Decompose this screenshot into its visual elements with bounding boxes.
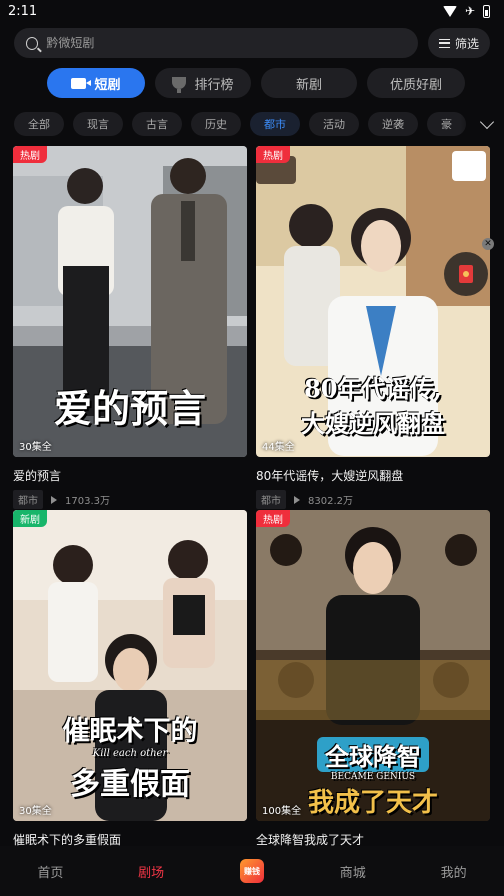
- card-title[interactable]: 80年代谣传，大嫂逆风翻盘: [256, 467, 490, 484]
- tab-label: 新剧: [295, 77, 322, 93]
- genre-chip-urban[interactable]: 都市: [250, 112, 300, 136]
- genre-chip-event[interactable]: 活动: [309, 112, 359, 136]
- card-title[interactable]: 爱的预言: [13, 467, 247, 484]
- poster-subtitle: BECAME GENIUS: [330, 772, 416, 782]
- card-meta: 都市 1703.3万: [13, 490, 247, 509]
- video-icon: [71, 77, 92, 89]
- play-count: 8302.2万: [308, 496, 353, 507]
- drama-poster[interactable]: 热剧 全球降智 BECAME GENIUS 我成了天才 100集全: [256, 510, 490, 821]
- filter-label: 筛选: [454, 36, 479, 51]
- search-input[interactable]: [46, 36, 418, 50]
- red-packet-icon: [459, 265, 473, 283]
- poster-title-line: 大嫂逆风翻盘: [301, 409, 445, 438]
- genre-chip-history[interactable]: 历史: [191, 112, 241, 136]
- new-badge: 新剧: [13, 510, 47, 527]
- genre-chip-ancient-romance[interactable]: 古言: [132, 112, 182, 136]
- genre-chip-comeback[interactable]: 逆袭: [368, 112, 418, 136]
- search-row: 筛选: [14, 28, 490, 58]
- poster-title-art: 80年代谣传, 大嫂逆风翻盘: [256, 369, 490, 439]
- drama-poster[interactable]: 热剧 爱的预言 30集全: [13, 146, 247, 457]
- play-count-icon: [51, 495, 57, 504]
- poster-title-line: 多重假面: [70, 767, 190, 802]
- tab-new-drama[interactable]: 新剧: [261, 68, 357, 98]
- episode-count: 100集全: [262, 806, 302, 817]
- poster-title-line: 80年代谣传,: [304, 374, 442, 403]
- nav-home[interactable]: 首页: [10, 862, 90, 881]
- tab-ranking[interactable]: 排行榜: [155, 68, 251, 98]
- top-tabs: 短剧 排行榜 新剧 优质好剧: [47, 68, 465, 98]
- genre-tag: 都市: [256, 490, 286, 509]
- card-meta: 都市 8302.2万: [256, 490, 490, 509]
- red-packet-float[interactable]: [444, 252, 488, 296]
- poster-title-art: 催眠术下的 Kill each other 多重假面: [13, 709, 247, 803]
- play-count: 1703.3万: [65, 496, 110, 507]
- drama-card[interactable]: 热剧 80年代谣传, 大嫂逆风翻盘 44集全 80年代谣传，大嫂逆风翻盘 都市 …: [256, 146, 490, 509]
- nav-earn[interactable]: 赚钱: [212, 859, 292, 883]
- status-time: 2:11: [8, 3, 38, 19]
- tab-short-drama[interactable]: 短剧: [47, 68, 145, 98]
- battery-icon: [483, 4, 490, 18]
- episode-count: 44集全: [262, 442, 295, 453]
- drama-card[interactable]: 热剧 爱的预言 30集全 爱的预言 都市 1703.3万: [13, 146, 247, 509]
- bottom-nav: 首页 剧场 赚钱 商城 我的: [0, 846, 504, 896]
- earn-icon: 赚钱: [239, 859, 264, 883]
- search-box[interactable]: [14, 28, 418, 58]
- hot-badge: 热剧: [256, 510, 290, 527]
- genre-row: 全部 现言 古言 历史 都市 活动 逆袭 豪: [14, 112, 490, 136]
- nav-profile[interactable]: 我的: [414, 862, 494, 881]
- poster-subtitle: Kill each other: [92, 748, 168, 759]
- drama-poster[interactable]: 新剧 催眠术下的 Kill each other 多重假面 30集全: [13, 510, 247, 821]
- tab-quality-drama[interactable]: 优质好剧: [367, 68, 465, 98]
- filter-icon: [438, 38, 450, 48]
- airplane-icon: ✈: [464, 4, 475, 18]
- poster-title-line: 全球降智: [317, 737, 429, 772]
- nav-theater[interactable]: 剧场: [111, 862, 191, 881]
- tab-label: 排行榜: [194, 77, 234, 93]
- episode-count: 30集全: [19, 442, 52, 453]
- tab-label: 优质好剧: [389, 77, 442, 93]
- tab-label: 短剧: [94, 77, 121, 93]
- genre-tag: 都市: [13, 490, 43, 509]
- status-bar: 2:11 ✈: [0, 0, 504, 22]
- wifi-icon: [442, 5, 457, 17]
- filter-button[interactable]: 筛选: [428, 28, 490, 58]
- play-count-icon: [294, 495, 300, 504]
- hot-badge: 热剧: [13, 146, 47, 163]
- genre-chip-modern-romance[interactable]: 现言: [73, 112, 123, 136]
- drama-card[interactable]: 热剧 全球降智 BECAME GENIUS 我成了天才 100集全 全球降智我成…: [256, 510, 490, 848]
- hot-badge: 热剧: [256, 146, 290, 163]
- poster-title-line: 催眠术下的: [62, 716, 198, 747]
- close-icon[interactable]: ✕: [482, 238, 494, 250]
- episode-count: 30集全: [19, 806, 52, 817]
- trophy-icon: [172, 77, 187, 93]
- status-icons: ✈: [442, 4, 490, 18]
- genre-chip-all[interactable]: 全部: [14, 112, 64, 136]
- drama-poster[interactable]: 热剧 80年代谣传, 大嫂逆风翻盘 44集全: [256, 146, 490, 457]
- search-icon: [26, 36, 39, 50]
- poster-title-art: 爱的预言: [53, 386, 206, 431]
- drama-card[interactable]: 新剧 催眠术下的 Kill each other 多重假面 30集全 催眠术下的…: [13, 510, 247, 848]
- nav-mall[interactable]: 商城: [313, 862, 393, 881]
